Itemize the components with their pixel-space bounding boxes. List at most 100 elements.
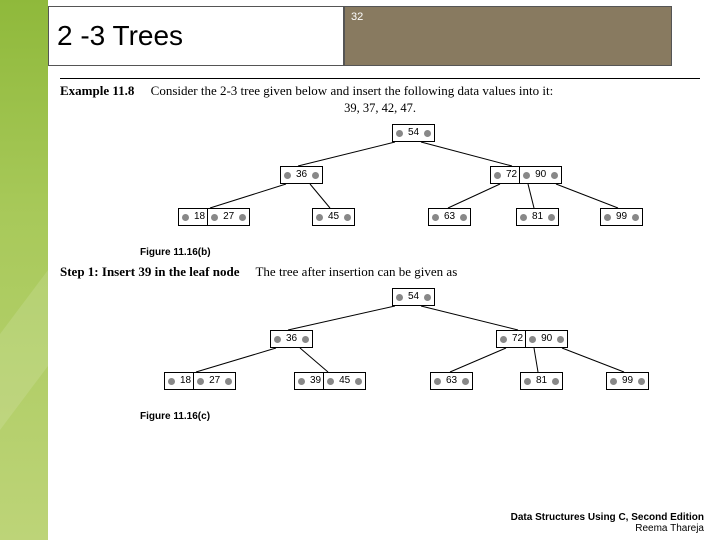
node-value: 54: [406, 292, 421, 302]
node-mid: 72 90: [496, 330, 568, 348]
node-value: 36: [294, 170, 309, 180]
node-mid: 36: [280, 166, 323, 184]
ptr-dot: [424, 294, 431, 301]
node-value: 99: [620, 376, 635, 386]
content-area: Example 11.8 Consider the 2-3 tree given…: [60, 78, 710, 504]
node-sep: [525, 331, 526, 347]
node-value: 72: [510, 334, 525, 344]
node-value: 45: [326, 212, 341, 222]
node-value: 39: [308, 376, 323, 386]
node-mid: 72 90: [490, 166, 562, 184]
ptr-dot: [632, 214, 639, 221]
ptr-dot: [557, 336, 564, 343]
step-label: Step 1: Insert 39 in the leaf node: [60, 264, 239, 279]
ptr-dot: [523, 172, 530, 179]
ptr-dot: [551, 172, 558, 179]
ptr-dot: [344, 214, 351, 221]
figure-c-caption: Figure 11.16(c): [140, 411, 710, 422]
insert-values: 39, 37, 42, 47.: [60, 101, 700, 116]
node-value: 18: [192, 212, 207, 222]
node-value: 45: [337, 376, 352, 386]
node-leaf: 99: [600, 208, 643, 226]
ptr-dot: [302, 336, 309, 343]
ptr-dot: [274, 336, 281, 343]
node-sep: [519, 167, 520, 183]
ptr-dot: [552, 378, 559, 385]
tree-b-links: [140, 124, 660, 244]
node-sep: [207, 209, 208, 225]
title-box: 2 -3 Trees: [48, 6, 344, 66]
node-value: 63: [444, 376, 459, 386]
node-value: 72: [504, 170, 519, 180]
ptr-dot: [197, 378, 204, 385]
slide-title: 2 -3 Trees: [57, 20, 183, 52]
footer-book: Data Structures Using C, Second Edition: [511, 512, 704, 523]
step-line: Step 1: Insert 39 in the leaf node The t…: [60, 264, 710, 280]
node-leaf: 39 45: [294, 372, 366, 390]
divider: [60, 78, 700, 79]
node-mid: 36: [270, 330, 313, 348]
ptr-dot: [211, 214, 218, 221]
ptr-dot: [168, 378, 175, 385]
node-leaf: 18 27: [164, 372, 236, 390]
ptr-dot: [529, 336, 536, 343]
ptr-dot: [432, 214, 439, 221]
side-decoration: [0, 0, 48, 540]
example-label: Example 11.8: [60, 83, 134, 98]
ptr-dot: [327, 378, 334, 385]
tree-c-links: [130, 288, 670, 408]
node-value: 99: [614, 212, 629, 222]
example-line: Example 11.8 Consider the 2-3 tree given…: [60, 83, 710, 99]
ptr-dot: [298, 378, 305, 385]
node-value: 18: [178, 376, 193, 386]
node-leaf: 99: [606, 372, 649, 390]
ptr-dot: [460, 214, 467, 221]
node-leaf: 63: [428, 208, 471, 226]
node-sep: [323, 373, 324, 389]
node-value: 27: [207, 376, 222, 386]
ptr-dot: [548, 214, 555, 221]
ptr-dot: [494, 172, 501, 179]
node-root: 54: [392, 288, 435, 306]
step-text: The tree after insertion can be given as: [255, 264, 457, 279]
ptr-dot: [396, 294, 403, 301]
ptr-dot: [520, 214, 527, 221]
node-value: 27: [221, 212, 236, 222]
page-number: 32: [351, 11, 363, 23]
ptr-dot: [312, 172, 319, 179]
ptr-dot: [524, 378, 531, 385]
ptr-dot: [239, 214, 246, 221]
figure-b-caption: Figure 11.16(b): [140, 247, 710, 258]
node-value: 81: [530, 212, 545, 222]
footer: Data Structures Using C, Second Edition …: [511, 512, 704, 534]
node-leaf: 45: [312, 208, 355, 226]
page-number-box: 32: [344, 6, 672, 66]
node-sep: [193, 373, 194, 389]
node-leaf: 81: [520, 372, 563, 390]
node-root: 54: [392, 124, 435, 142]
node-value: 54: [406, 128, 421, 138]
ptr-dot: [462, 378, 469, 385]
ptr-dot: [396, 130, 403, 137]
node-value: 36: [284, 334, 299, 344]
ptr-dot: [316, 214, 323, 221]
node-value: 81: [534, 376, 549, 386]
ptr-dot: [500, 336, 507, 343]
ptr-dot: [284, 172, 291, 179]
node-leaf: 81: [516, 208, 559, 226]
tree-b: 54 36 72 90 18 27 45: [140, 124, 660, 244]
node-value: 90: [533, 170, 548, 180]
ptr-dot: [610, 378, 617, 385]
node-value: 90: [539, 334, 554, 344]
ptr-dot: [638, 378, 645, 385]
node-leaf: 63: [430, 372, 473, 390]
ptr-dot: [182, 214, 189, 221]
tree-c: 54 36 72 90 18 27 39: [130, 288, 670, 408]
ptr-dot: [434, 378, 441, 385]
node-leaf: 18 27: [178, 208, 250, 226]
ptr-dot: [355, 378, 362, 385]
ptr-dot: [225, 378, 232, 385]
ptr-dot: [604, 214, 611, 221]
example-text: Consider the 2-3 tree given below and in…: [151, 83, 554, 98]
ptr-dot: [424, 130, 431, 137]
